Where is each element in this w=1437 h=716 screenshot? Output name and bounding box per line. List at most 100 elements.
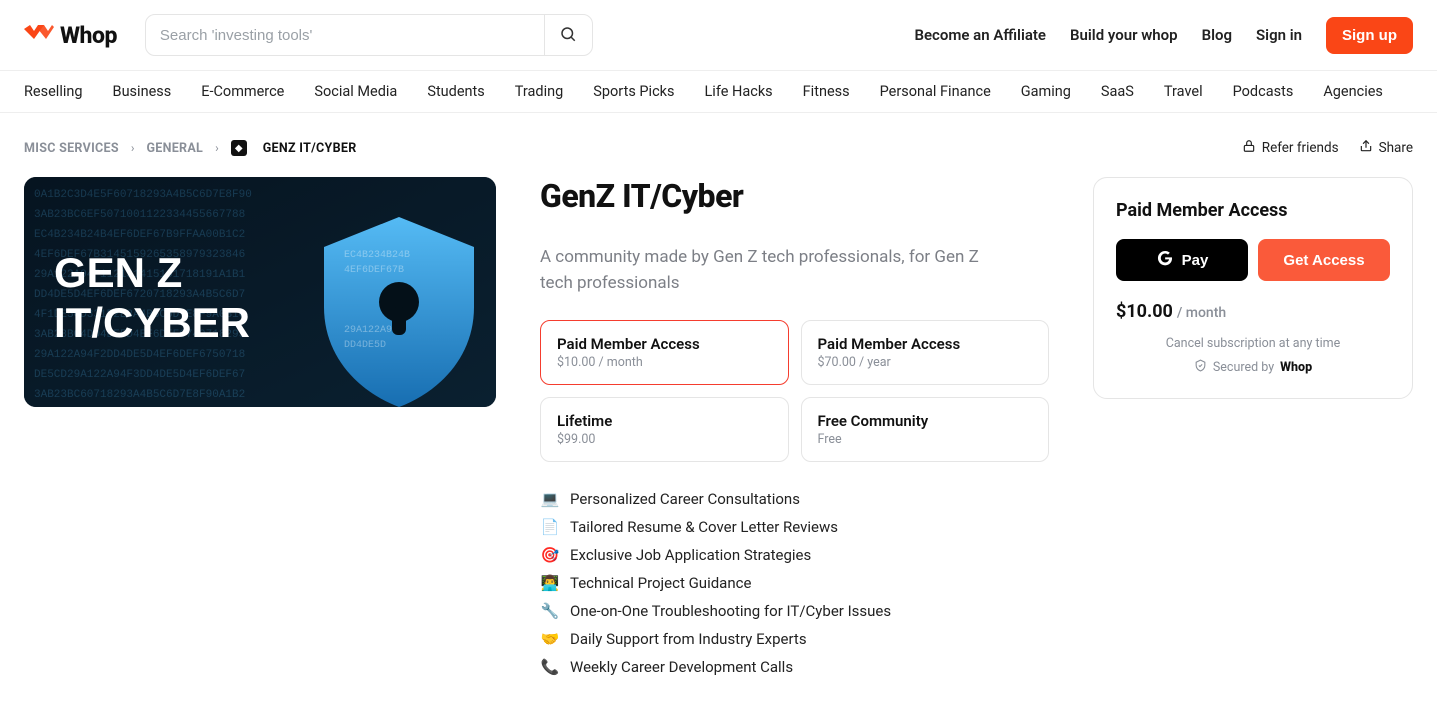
svg-text:3AB23BC60718293A4B5C6D7E8F90A1: 3AB23BC60718293A4B5C6D7E8F90A1B2: [34, 389, 245, 401]
feature-text: Weekly Career Development Calls: [570, 658, 793, 676]
plan-price: $99.00: [557, 432, 772, 447]
cat-ecommerce[interactable]: E-Commerce: [201, 83, 284, 100]
refer-friends-button[interactable]: Refer friends: [1242, 139, 1339, 157]
breadcrumb: MISC SERVICES › GENERAL › ◆ GENZ IT/CYBE…: [0, 113, 1437, 169]
chevron-right-icon: ›: [215, 141, 219, 155]
refer-label: Refer friends: [1262, 140, 1339, 156]
breadcrumb-actions: Refer friends Share: [1242, 139, 1413, 157]
search-icon: [559, 25, 577, 46]
product-title: GenZ IT/Cyber: [540, 177, 1049, 215]
feature-item: 📄 Tailored Resume & Cover Letter Reviews: [540, 518, 1049, 536]
cat-reselling[interactable]: Reselling: [24, 83, 83, 100]
plan-title: Paid Member Access: [557, 335, 772, 353]
feature-text: Daily Support from Industry Experts: [570, 630, 807, 648]
feature-list: 💻 Personalized Career Consultations 📄 Tail…: [540, 490, 1049, 676]
header: Whop Become an Affiliate Build your whop…: [0, 0, 1437, 71]
svg-text:EC4B234B24B4EF6DEF67B9FFAA00B1: EC4B234B24B4EF6DEF67B9FFAA00B1C2: [34, 229, 245, 241]
search-box: [145, 14, 593, 56]
logo[interactable]: Whop: [24, 22, 117, 49]
secured-brand: Whop: [1280, 360, 1312, 375]
build-link[interactable]: Build your whop: [1070, 26, 1178, 44]
signin-link[interactable]: Sign in: [1256, 26, 1302, 44]
feature-text: Personalized Career Consultations: [570, 490, 800, 508]
plan-title: Paid Member Access: [818, 335, 1033, 353]
search-button[interactable]: [544, 14, 592, 56]
cat-saas[interactable]: SaaS: [1101, 83, 1134, 100]
product-badge-icon: ◆: [231, 140, 247, 156]
plan-yearly[interactable]: Paid Member Access $70.00 / year: [801, 320, 1050, 385]
plan-title: Free Community: [818, 412, 1033, 430]
logo-mark-icon: [24, 25, 54, 45]
plan-monthly[interactable]: Paid Member Access $10.00 / month: [540, 320, 789, 385]
cat-travel[interactable]: Travel: [1164, 83, 1203, 100]
secured-label: Secured by: [1213, 360, 1274, 375]
plan-price: Free: [818, 432, 1033, 447]
purchase-sidebar: Paid Member Access Pay Get Access $10.00…: [1093, 177, 1413, 399]
cat-students[interactable]: Students: [427, 83, 484, 100]
feature-item: 🎯 Exclusive Job Application Strategies: [540, 546, 1049, 564]
cat-agencies[interactable]: Agencies: [1323, 83, 1383, 100]
svg-text:29A122A94F2DD4DE5D4EF6DEF67507: 29A122A94F2DD4DE5D4EF6DEF6750718: [34, 349, 245, 361]
category-nav: Reselling Business E-Commerce Social Med…: [0, 71, 1437, 113]
search-input[interactable]: [146, 27, 544, 44]
brand-name: Whop: [60, 22, 117, 49]
share-icon: [1359, 139, 1373, 157]
google-pay-button[interactable]: Pay: [1116, 239, 1248, 281]
svg-text:3AB23BC6EF50710011223344556677: 3AB23BC6EF5071001122334455667788: [34, 209, 245, 221]
plan-free[interactable]: Free Community Free: [801, 397, 1050, 462]
hero-text-line1: GEN Z: [54, 249, 182, 296]
secured-row: Secured by Whop: [1116, 359, 1390, 376]
cat-social-media[interactable]: Social Media: [314, 83, 397, 100]
sidebar-period: / month: [1177, 305, 1226, 321]
share-button[interactable]: Share: [1359, 139, 1413, 157]
svg-text:EC4B234B24B: EC4B234B24B: [344, 250, 410, 261]
chevron-right-icon: ›: [131, 141, 135, 155]
crumb-current: GENZ IT/CYBER: [263, 141, 357, 156]
hero-text-line2: IT/CYBER: [54, 299, 250, 346]
product-subtitle: A community made by Gen Z tech professio…: [540, 245, 1000, 296]
cat-business[interactable]: Business: [113, 83, 172, 100]
plan-price: $10.00 / month: [557, 355, 772, 370]
cat-podcasts[interactable]: Podcasts: [1233, 83, 1294, 100]
feature-text: One-on-One Troubleshooting for IT/Cyber …: [570, 602, 891, 620]
feature-item: 📞Weekly Career Development Calls: [540, 658, 1049, 676]
plan-lifetime[interactable]: Lifetime $99.00: [540, 397, 789, 462]
feature-item: 🤝 Daily Support from Industry Experts: [540, 630, 1049, 648]
svg-text:0A1B2C3D4E5F60718293A4B5C6D7E8: 0A1B2C3D4E5F60718293A4B5C6D7E8F90: [34, 189, 252, 201]
cat-life-hacks[interactable]: Life Hacks: [705, 83, 773, 100]
laptop-icon: 💻: [540, 490, 560, 508]
svg-text:4EF6DEF67B: 4EF6DEF67B: [344, 265, 404, 276]
cancel-note: Cancel subscription at any time: [1116, 336, 1390, 351]
payment-buttons: Pay Get Access: [1116, 239, 1390, 281]
blog-link[interactable]: Blog: [1202, 26, 1232, 44]
sidebar-title: Paid Member Access: [1116, 200, 1390, 221]
get-access-button[interactable]: Get Access: [1258, 239, 1390, 281]
main: 0A1B2C3D4E5F60718293A4B5C6D7E8F90 3AB23B…: [0, 169, 1437, 716]
affiliate-link[interactable]: Become an Affiliate: [914, 26, 1046, 44]
shield-check-icon: [1194, 359, 1207, 376]
target-icon: 🎯: [540, 546, 560, 564]
google-g-icon: [1156, 249, 1174, 271]
product-details: GenZ IT/Cyber A community made by Gen Z …: [540, 177, 1049, 676]
crumb-general[interactable]: GENERAL: [146, 141, 203, 156]
crumb-misc[interactable]: MISC SERVICES: [24, 141, 119, 156]
plan-title: Lifetime: [557, 412, 772, 430]
feature-text: Tailored Resume & Cover Letter Reviews: [570, 518, 838, 536]
plan-grid: Paid Member Access $10.00 / month Paid M…: [540, 320, 1049, 462]
feature-text: Technical Project Guidance: [570, 574, 751, 592]
cat-gaming[interactable]: Gaming: [1021, 83, 1071, 100]
handshake-icon: 🤝: [540, 630, 560, 648]
svg-text:DD4DE5D: DD4DE5D: [344, 340, 386, 351]
cat-fitness[interactable]: Fitness: [803, 83, 850, 100]
product-hero-image: 0A1B2C3D4E5F60718293A4B5C6D7E8F90 3AB23B…: [24, 177, 496, 407]
document-icon: 📄: [540, 518, 560, 536]
feature-item: 👨‍💻Technical Project Guidance: [540, 574, 1049, 592]
cat-personal-finance[interactable]: Personal Finance: [880, 83, 991, 100]
cat-sports-picks[interactable]: Sports Picks: [593, 83, 674, 100]
feature-text: Exclusive Job Application Strategies: [570, 546, 811, 564]
svg-text:DE5CD29A122A94F3DD4DE5D4EF6DEF: DE5CD29A122A94F3DD4DE5D4EF6DEF67: [34, 369, 245, 381]
signup-button[interactable]: Sign up: [1326, 17, 1413, 54]
feature-item: 💻 Personalized Career Consultations: [540, 490, 1049, 508]
cat-trading[interactable]: Trading: [515, 83, 564, 100]
gpay-label: Pay: [1182, 252, 1209, 269]
